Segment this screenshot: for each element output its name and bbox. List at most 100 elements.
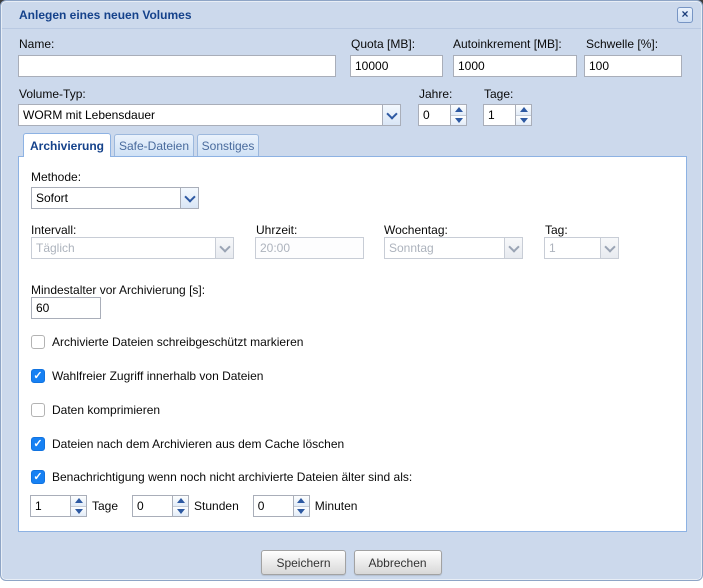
checkmark-icon: ✓ (33, 370, 42, 382)
checkbox-label: Dateien nach dem Archivieren aus dem Cac… (52, 437, 344, 451)
method-label: Methode: (31, 170, 81, 184)
chevron-down-icon (386, 108, 397, 119)
chevron-down-icon (184, 191, 195, 202)
dialog-footer: Speichern Abbrechen (1, 550, 702, 575)
tab-safe-dateien[interactable]: Safe-Dateien (114, 134, 194, 156)
close-button[interactable]: × (677, 7, 693, 23)
notify-age-row: Tage Stunden Minuten (30, 495, 371, 517)
checkbox-random-access[interactable]: ✓ (31, 369, 45, 383)
notify-minutes-unit: Minuten (315, 499, 358, 513)
checkbox-delete-from-cache[interactable]: ✓ (31, 437, 45, 451)
notify-hours-spinner (132, 495, 189, 517)
notify-minutes-spin-buttons (293, 495, 310, 517)
spinner-up-button[interactable] (451, 105, 466, 116)
day-trigger-button (600, 238, 618, 258)
interval-select: Täglich (31, 237, 234, 259)
notify-days-unit: Tage (92, 499, 118, 513)
spinner-down-button[interactable] (516, 116, 531, 126)
method-trigger-button[interactable] (180, 188, 198, 208)
min-age-label: Mindestalter vor Archivierung [s]: (31, 283, 205, 297)
close-icon: × (681, 7, 688, 21)
min-age-input[interactable] (31, 297, 101, 319)
spinner-down-button[interactable] (294, 507, 309, 517)
tab-sonstiges[interactable]: Sonstiges (197, 134, 259, 156)
notify-hours-unit: Stunden (194, 499, 239, 513)
years-input[interactable] (418, 104, 451, 126)
quota-input[interactable] (350, 55, 443, 77)
interval-trigger-button (215, 238, 233, 258)
dialog-window: Anlegen eines neuen Volumes × Name: Quot… (0, 0, 703, 581)
weekday-select: Sonntag (384, 237, 523, 259)
tab-label: Archivierung (30, 139, 104, 153)
volume-type-trigger-button[interactable] (382, 105, 400, 125)
save-button[interactable]: Speichern (261, 550, 345, 575)
arrow-down-icon (297, 509, 305, 514)
threshold-input[interactable] (584, 55, 682, 77)
volume-type-label: Volume-Typ: (19, 87, 86, 101)
time-input (255, 237, 364, 259)
spinner-down-button[interactable] (451, 116, 466, 126)
arrow-up-icon (520, 107, 528, 112)
time-label: Uhrzeit: (256, 223, 297, 237)
chevron-down-icon (604, 241, 615, 252)
interval-value: Täglich (32, 238, 215, 258)
weekday-label: Wochentag: (384, 223, 448, 237)
arrow-up-icon (297, 498, 305, 503)
notify-days-input[interactable] (30, 495, 71, 517)
days-label: Tage: (484, 87, 513, 101)
tab-archivierung[interactable]: Archivierung (23, 133, 111, 157)
arrow-down-icon (520, 118, 528, 123)
tab-label: Safe-Dateien (119, 139, 189, 153)
volume-type-value: WORM mit Lebensdauer (19, 105, 382, 125)
checkbox-notify-unarchived[interactable]: ✓ (31, 470, 45, 484)
notify-minutes-spinner (253, 495, 310, 517)
day-value: 1 (545, 238, 600, 258)
chevron-down-icon (508, 241, 519, 252)
dialog-title: Anlegen eines neuen Volumes (19, 8, 192, 22)
cancel-button[interactable]: Abbrechen (354, 550, 442, 575)
checkbox-label: Archivierte Dateien schreibgeschützt mar… (52, 335, 303, 349)
spinner-up-button[interactable] (71, 496, 86, 507)
spinner-up-button[interactable] (173, 496, 188, 507)
years-spin-buttons (450, 104, 467, 126)
arrow-up-icon (177, 498, 185, 503)
arrow-down-icon (177, 509, 185, 514)
checkmark-icon: ✓ (33, 438, 42, 450)
spinner-up-button[interactable] (516, 105, 531, 116)
spinner-down-button[interactable] (71, 507, 86, 517)
checkbox-readonly-mark[interactable]: ✓ (31, 335, 45, 349)
spinner-up-button[interactable] (294, 496, 309, 507)
arrow-up-icon (75, 498, 83, 503)
autoincrement-input[interactable] (453, 55, 577, 77)
interval-label: Intervall: (31, 223, 76, 237)
notify-hours-input[interactable] (132, 495, 173, 517)
checkbox-compress-data[interactable]: ✓ (31, 403, 45, 417)
years-spinner (418, 104, 467, 126)
spinner-down-button[interactable] (173, 507, 188, 517)
threshold-label: Schwelle [%]: (586, 37, 658, 51)
days-spin-buttons (515, 104, 532, 126)
day-label: Tag: (545, 223, 568, 237)
chevron-down-icon (219, 241, 230, 252)
arrow-down-icon (75, 509, 83, 514)
notify-days-spinner (30, 495, 87, 517)
method-select[interactable]: Sofort (31, 187, 199, 209)
notify-hours-spin-buttons (172, 495, 189, 517)
dialog-titlebar: Anlegen eines neuen Volumes (2, 1, 701, 29)
days-spinner (483, 104, 532, 126)
quota-label: Quota [MB]: (351, 37, 415, 51)
notify-minutes-input[interactable] (253, 495, 294, 517)
method-value: Sofort (32, 188, 180, 208)
days-input[interactable] (483, 104, 516, 126)
name-input[interactable] (18, 55, 336, 77)
name-label: Name: (19, 37, 54, 51)
weekday-value: Sonntag (385, 238, 504, 258)
years-label: Jahre: (419, 87, 452, 101)
volume-type-select[interactable]: WORM mit Lebensdauer (18, 104, 401, 126)
weekday-trigger-button (504, 238, 522, 258)
day-select: 1 (544, 237, 619, 259)
checkbox-label: Benachrichtigung wenn noch nicht archivi… (52, 470, 412, 484)
checkbox-label: Daten komprimieren (52, 403, 160, 417)
notify-days-spin-buttons (70, 495, 87, 517)
tab-label: Sonstiges (202, 139, 255, 153)
